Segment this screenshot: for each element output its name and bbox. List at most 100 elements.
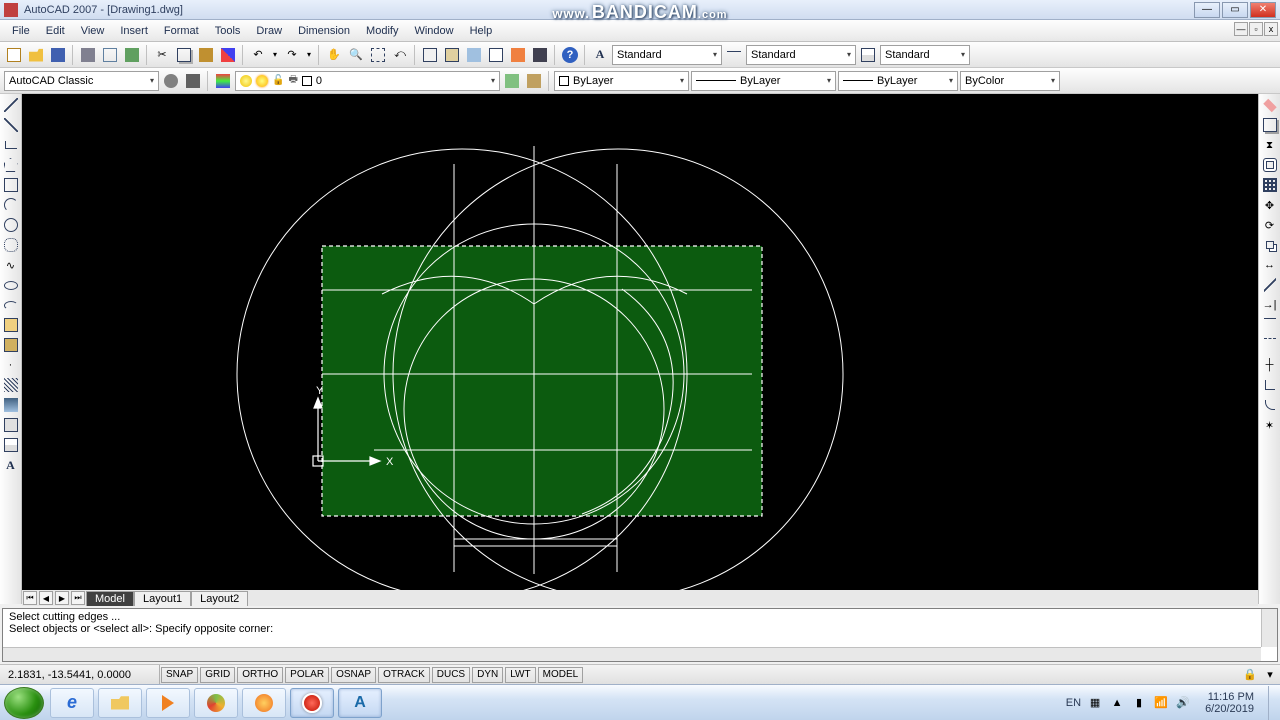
- save-icon[interactable]: [48, 45, 68, 65]
- tray-up-icon[interactable]: ▲: [1109, 695, 1125, 711]
- zoom-realtime-icon[interactable]: 🔍: [346, 45, 366, 65]
- command-hscroll[interactable]: [3, 647, 1261, 661]
- redo-drop-icon[interactable]: ▾: [304, 45, 314, 65]
- table-tool-icon[interactable]: [2, 436, 20, 454]
- chamfer-tool-icon[interactable]: [1261, 376, 1279, 394]
- copy-tool-icon[interactable]: [1261, 116, 1279, 134]
- tab-model[interactable]: Model: [86, 591, 134, 606]
- tray-battery-icon[interactable]: ▮: [1131, 695, 1147, 711]
- color-dropdown[interactable]: ByLayer▾: [554, 71, 689, 91]
- sheet-set-icon[interactable]: [486, 45, 506, 65]
- tab-next-icon[interactable]: ▶: [55, 591, 69, 605]
- drawing-canvas[interactable]: Y X: [22, 94, 1258, 590]
- point-tool-icon[interactable]: ·: [2, 356, 20, 374]
- layer-dropdown[interactable]: 🔓 🖶 0 ▾: [235, 71, 500, 91]
- tool-palettes-icon[interactable]: [464, 45, 484, 65]
- move-tool-icon[interactable]: ✥: [1261, 196, 1279, 214]
- tab-prev-icon[interactable]: ◀: [39, 591, 53, 605]
- menu-window[interactable]: Window: [406, 23, 461, 39]
- gradient-tool-icon[interactable]: [2, 396, 20, 414]
- tab-first-icon[interactable]: ⏮: [23, 591, 37, 605]
- taskbar-app2-icon[interactable]: [242, 688, 286, 718]
- menu-format[interactable]: Format: [156, 23, 207, 39]
- ellipse-arc-icon[interactable]: [2, 296, 20, 314]
- print-icon[interactable]: [78, 45, 98, 65]
- menu-insert[interactable]: Insert: [112, 23, 156, 39]
- tray-volume-icon[interactable]: 🔊: [1175, 695, 1191, 711]
- construction-line-icon[interactable]: [2, 116, 20, 134]
- scale-tool-icon[interactable]: [1261, 236, 1279, 254]
- quickcalc-icon[interactable]: [530, 45, 550, 65]
- taskbar-autocad-icon[interactable]: A: [338, 688, 382, 718]
- extend-tool-icon[interactable]: →|: [1261, 296, 1279, 314]
- menu-view[interactable]: View: [73, 23, 113, 39]
- menu-dimension[interactable]: Dimension: [290, 23, 358, 39]
- plot-preview-icon[interactable]: [100, 45, 120, 65]
- rectangle-tool-icon[interactable]: [2, 176, 20, 194]
- tray-network-icon[interactable]: 📶: [1153, 695, 1169, 711]
- circle-tool-icon[interactable]: [2, 216, 20, 234]
- textstyle-dropdown[interactable]: Standard▾: [612, 45, 722, 65]
- menu-draw[interactable]: Draw: [248, 23, 290, 39]
- linetype-dropdown[interactable]: ByLayer▾: [691, 71, 836, 91]
- zoom-prev-icon[interactable]: ⤺: [390, 45, 410, 65]
- tray-lang[interactable]: EN: [1066, 697, 1081, 709]
- stretch-tool-icon[interactable]: ↔: [1261, 256, 1279, 274]
- tablestyle-icon[interactable]: [858, 45, 878, 65]
- lwt-toggle[interactable]: LWT: [505, 667, 535, 683]
- doc-restore-button[interactable]: ▫: [1249, 22, 1263, 36]
- otrack-toggle[interactable]: OTRACK: [378, 667, 430, 683]
- command-window[interactable]: Select cutting edges ... Select objects …: [2, 608, 1278, 662]
- undo-drop-icon[interactable]: ▾: [270, 45, 280, 65]
- snap-toggle[interactable]: SNAP: [161, 667, 198, 683]
- match-prop-icon[interactable]: [218, 45, 238, 65]
- arc-tool-icon[interactable]: [2, 196, 20, 214]
- fillet-tool-icon[interactable]: [1261, 396, 1279, 414]
- tray-clock[interactable]: 11:16 PM 6/20/2019: [1197, 691, 1262, 715]
- make-block-icon[interactable]: [2, 336, 20, 354]
- properties-icon[interactable]: [420, 45, 440, 65]
- dyn-toggle[interactable]: DYN: [472, 667, 503, 683]
- insert-block-icon[interactable]: [2, 316, 20, 334]
- taskbar-app1-icon[interactable]: [194, 688, 238, 718]
- line-tool-icon[interactable]: [2, 96, 20, 114]
- ellipse-tool-icon[interactable]: [2, 276, 20, 294]
- explode-tool-icon[interactable]: ✶: [1261, 416, 1279, 434]
- status-annoscale-icon[interactable]: 🔒: [1240, 665, 1260, 685]
- lineweight-dropdown[interactable]: ByLayer▾: [838, 71, 958, 91]
- break-at-point-icon[interactable]: [1261, 316, 1279, 334]
- region-tool-icon[interactable]: [2, 416, 20, 434]
- start-button[interactable]: [4, 687, 44, 719]
- menu-file[interactable]: File: [4, 23, 38, 39]
- zoom-window-icon[interactable]: [368, 45, 388, 65]
- command-vscroll[interactable]: [1261, 609, 1277, 647]
- copy-icon[interactable]: [174, 45, 194, 65]
- minimize-button[interactable]: —: [1194, 2, 1220, 18]
- menu-tools[interactable]: Tools: [207, 23, 249, 39]
- taskbar-bandicam-icon[interactable]: [290, 688, 334, 718]
- model-toggle[interactable]: MODEL: [538, 667, 584, 683]
- layer-prev-icon[interactable]: [502, 71, 522, 91]
- polar-toggle[interactable]: POLAR: [285, 667, 329, 683]
- redo-icon[interactable]: ↷: [282, 45, 302, 65]
- tablestyle-dropdown[interactable]: Standard▾: [880, 45, 970, 65]
- status-tray-icon[interactable]: ▾: [1260, 665, 1280, 685]
- dimstyle-icon[interactable]: [724, 45, 744, 65]
- revcloud-tool-icon[interactable]: [2, 236, 20, 254]
- menu-help[interactable]: Help: [462, 23, 501, 39]
- publish-icon[interactable]: [122, 45, 142, 65]
- layer-states-icon[interactable]: [524, 71, 544, 91]
- join-tool-icon[interactable]: ┼: [1261, 356, 1279, 374]
- tab-last-icon[interactable]: ⏭: [71, 591, 85, 605]
- design-center-icon[interactable]: [442, 45, 462, 65]
- menu-modify[interactable]: Modify: [358, 23, 406, 39]
- hatch-tool-icon[interactable]: [2, 376, 20, 394]
- workspace-dropdown[interactable]: AutoCAD Classic▾: [4, 71, 159, 91]
- mirror-tool-icon[interactable]: ⧗: [1261, 136, 1279, 154]
- taskbar-wmp-icon[interactable]: [146, 688, 190, 718]
- mtext-tool-icon[interactable]: A: [2, 456, 20, 474]
- undo-icon[interactable]: ↶: [248, 45, 268, 65]
- break-tool-icon[interactable]: [1261, 336, 1279, 354]
- paste-icon[interactable]: [196, 45, 216, 65]
- textstyle-icon[interactable]: A: [590, 45, 610, 65]
